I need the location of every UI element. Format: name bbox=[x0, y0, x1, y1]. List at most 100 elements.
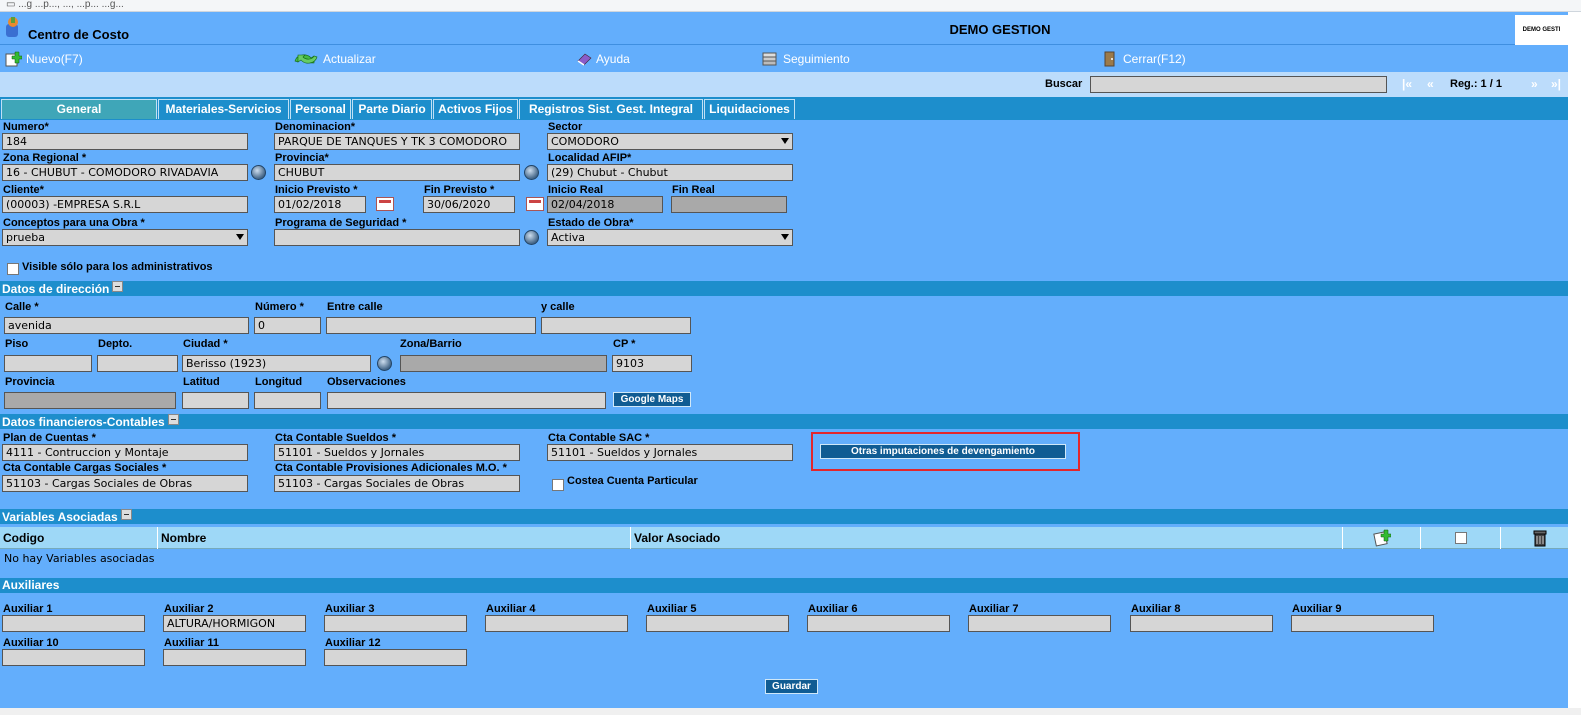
section-datos-direccion: Datos de dirección bbox=[0, 281, 1568, 296]
tab-registros-sgi[interactable]: Registros Sist. Gest. Integral bbox=[519, 99, 703, 119]
collapse-icon[interactable] bbox=[120, 509, 132, 520]
auxiliar-4-field[interactable] bbox=[485, 615, 628, 632]
estado-obra-select[interactable]: Activa bbox=[547, 229, 793, 246]
numero-field[interactable]: 184 bbox=[2, 133, 248, 150]
auxiliar-10-field[interactable] bbox=[2, 649, 145, 666]
cliente-field[interactable]: (00003) -EMPRESA S.R.L bbox=[2, 196, 248, 213]
auxiliar-12-field[interactable] bbox=[324, 649, 467, 666]
calendar-icon[interactable] bbox=[376, 197, 394, 211]
programa-seguridad-lookup-icon[interactable] bbox=[524, 230, 539, 245]
auxiliar-8-label: Auxiliar 8 bbox=[1131, 603, 1181, 615]
guardar-button[interactable]: Guardar bbox=[765, 679, 818, 694]
auxiliar-2-label: Auxiliar 2 bbox=[164, 603, 214, 615]
next-page-button[interactable]: » bbox=[1531, 77, 1538, 91]
denominacion-field[interactable]: PARQUE DE TANQUES Y TK 3 COMODORO bbox=[274, 133, 520, 150]
provincia-lookup-icon[interactable] bbox=[524, 165, 539, 180]
plan-cuentas-field[interactable]: 4111 - Contruccion y Montaje bbox=[2, 444, 248, 461]
zona-regional-label: Zona Regional * bbox=[3, 152, 87, 164]
inicio-real-field[interactable]: 02/04/2018 bbox=[547, 196, 663, 213]
zona-regional-field[interactable]: 16 - CHUBUT - COMODORO RIVADAVIA bbox=[2, 164, 248, 181]
prev-page-button[interactable]: « bbox=[1427, 77, 1434, 91]
zona-barrio-field[interactable] bbox=[400, 355, 607, 372]
nuevo-button[interactable]: Nuevo(F7) bbox=[4, 51, 83, 67]
estado-obra-value: Activa bbox=[551, 231, 585, 244]
numero-dir-field[interactable]: 0 bbox=[254, 317, 321, 334]
provincia-field[interactable]: CHUBUT bbox=[274, 164, 520, 181]
actualizar-button[interactable]: Actualizar bbox=[293, 51, 376, 67]
collapse-icon[interactable] bbox=[167, 414, 179, 425]
collapse-icon[interactable] bbox=[112, 281, 124, 292]
otras-imputaciones-button[interactable]: Otras imputaciones de devengamiento bbox=[820, 444, 1066, 459]
fin-real-field[interactable] bbox=[671, 196, 787, 213]
zona-regional-lookup-icon[interactable] bbox=[251, 165, 266, 180]
company-name: DEMO GESTION bbox=[949, 22, 1051, 37]
provincia-label: Provincia* bbox=[275, 152, 329, 164]
entre-calle-label: Entre calle bbox=[327, 301, 383, 313]
fin-previsto-field[interactable]: 30/06/2020 bbox=[423, 196, 515, 213]
auxiliar-8-field[interactable] bbox=[1130, 615, 1273, 632]
conceptos-value: prueba bbox=[6, 231, 45, 244]
app-header: Centro de Costo DEMO GESTION DEMO GESTI bbox=[0, 13, 1568, 45]
nuevo-label: Nuevo(F7) bbox=[26, 52, 83, 66]
auxiliar-2-field[interactable]: ALTURA/HORMIGON bbox=[163, 615, 306, 632]
tab-materiales-servicios[interactable]: Materiales-Servicios bbox=[158, 99, 289, 119]
auxiliar-9-field[interactable] bbox=[1291, 615, 1434, 632]
add-variable-icon[interactable] bbox=[1373, 529, 1391, 547]
cta-sac-field[interactable]: 51101 - Sueldos y Jornales bbox=[547, 444, 793, 461]
section-title: Auxiliares bbox=[2, 578, 60, 592]
tab-activos-fijos[interactable]: Activos Fijos bbox=[433, 99, 518, 119]
y-calle-field[interactable] bbox=[541, 317, 691, 334]
calendar-icon[interactable] bbox=[526, 197, 544, 211]
auxiliar-6-field[interactable] bbox=[807, 615, 950, 632]
auxiliar-11-field[interactable] bbox=[163, 649, 306, 666]
tab-liquidaciones[interactable]: Liquidaciones bbox=[704, 99, 795, 119]
ciudad-field[interactable]: Berisso (1923) bbox=[182, 355, 371, 372]
entre-calle-field[interactable] bbox=[326, 317, 536, 334]
ciudad-lookup-icon[interactable] bbox=[377, 356, 392, 371]
cp-field[interactable]: 9103 bbox=[612, 355, 692, 372]
localidad-afip-field[interactable]: (29) Chubut - Chubut bbox=[547, 164, 793, 181]
tracking-stack-icon bbox=[762, 52, 777, 66]
centro-de-costo-window: ▭ ...g ...p..., ..., ...p... ...g... Cen… bbox=[0, 0, 1581, 710]
estado-obra-label: Estado de Obra* bbox=[548, 217, 634, 229]
cta-sueldos-field[interactable]: 51101 - Sueldos y Jornales bbox=[274, 444, 520, 461]
plan-cuentas-label: Plan de Cuentas * bbox=[3, 432, 96, 444]
longitud-field[interactable] bbox=[254, 392, 321, 409]
auxiliar-1-field[interactable] bbox=[2, 615, 145, 632]
calle-label: Calle * bbox=[5, 301, 39, 313]
programa-seguridad-field[interactable] bbox=[274, 229, 520, 246]
auxiliar-3-field[interactable] bbox=[324, 615, 467, 632]
costea-cuenta-checkbox[interactable] bbox=[552, 479, 564, 491]
cta-provisiones-field[interactable]: 51103 - Cargas Sociales de Obras bbox=[274, 475, 520, 492]
cta-cargas-field[interactable]: 51103 - Cargas Sociales de Obras bbox=[2, 475, 248, 492]
last-page-button[interactable]: »| bbox=[1551, 77, 1561, 91]
google-maps-button[interactable]: Google Maps bbox=[613, 392, 691, 407]
calle-field[interactable]: avenida bbox=[4, 317, 249, 334]
visible-admin-checkbox[interactable] bbox=[7, 263, 19, 275]
seguimiento-button[interactable]: Seguimiento bbox=[761, 51, 850, 67]
first-page-button[interactable]: |« bbox=[1402, 77, 1412, 91]
cerrar-button[interactable]: Cerrar(F12) bbox=[1101, 51, 1186, 67]
column-nombre: Nombre bbox=[158, 527, 631, 549]
observaciones-field[interactable] bbox=[327, 392, 606, 409]
chevron-down-icon bbox=[236, 234, 244, 240]
latitud-field[interactable] bbox=[182, 392, 249, 409]
depto-field[interactable] bbox=[97, 355, 178, 372]
piso-field[interactable] bbox=[4, 355, 92, 372]
search-input[interactable] bbox=[1090, 76, 1387, 93]
inicio-previsto-field[interactable]: 01/02/2018 bbox=[274, 196, 366, 213]
section-title: Datos financieros-Contables bbox=[2, 415, 165, 429]
longitud-label: Longitud bbox=[255, 376, 303, 388]
sector-select[interactable]: COMODORO bbox=[547, 133, 793, 150]
help-book-icon bbox=[577, 53, 592, 66]
auxiliar-5-field[interactable] bbox=[646, 615, 789, 632]
trash-icon[interactable] bbox=[1532, 529, 1548, 547]
tab-personal[interactable]: Personal bbox=[290, 99, 351, 119]
select-all-checkbox[interactable] bbox=[1455, 532, 1467, 544]
tab-parte-diario[interactable]: Parte Diario bbox=[352, 99, 432, 119]
tab-general[interactable]: General bbox=[1, 99, 157, 119]
conceptos-select[interactable]: prueba bbox=[2, 229, 248, 246]
provincia-dir-field[interactable] bbox=[4, 392, 176, 409]
auxiliar-7-field[interactable] bbox=[968, 615, 1111, 632]
ayuda-button[interactable]: Ayuda bbox=[576, 51, 630, 67]
